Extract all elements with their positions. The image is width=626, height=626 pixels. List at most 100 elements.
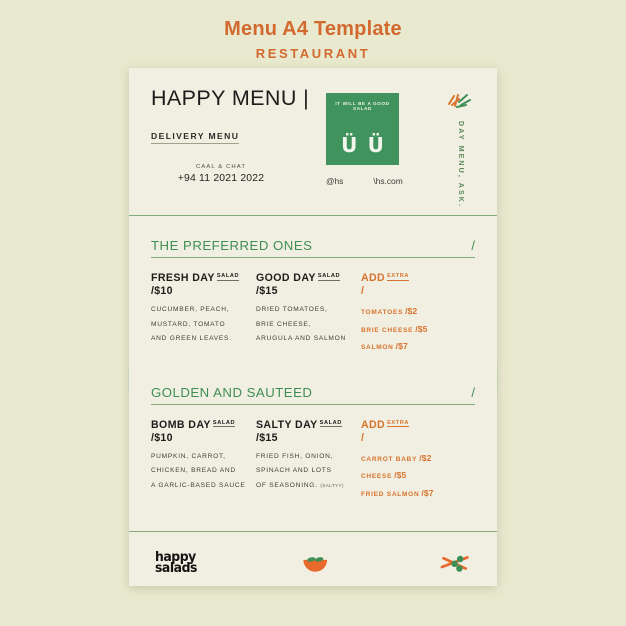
extras-label: TOMATOES	[360, 309, 404, 316]
extras-amount: /$7	[421, 487, 434, 498]
extras-tag: EXTRA	[387, 273, 410, 281]
dish-price: /$15	[255, 431, 278, 444]
brand-logo: happy salads	[155, 550, 246, 576]
dish-item[interactable]: BOMB DAY SALAD /$10 PUMPKIN, CARROT, CHIC…	[151, 419, 256, 506]
extras-line: TOMATOES/$2	[361, 306, 475, 316]
section-header: GOLDEN AND SAUTEED /	[151, 385, 475, 405]
dish-price: /$10	[151, 431, 173, 444]
extras-label: CHEESE	[360, 473, 393, 480]
dish-line: PUMPKIN, CARROT,	[151, 452, 226, 460]
dish-tag: SALAD	[317, 273, 341, 281]
section-slash: /	[471, 384, 475, 400]
dish-item[interactable]: FRESH DAY SALAD /$10 CUCUMBER, PEACH, MUS…	[151, 272, 256, 359]
dish-name: GOOD DAY SALAD	[256, 272, 353, 284]
extras-name: ADD EXTRA	[361, 419, 475, 431]
dish-line: ARUGULA AND SALMON	[255, 335, 347, 342]
dish-name-text: SALTY DAY	[255, 418, 318, 431]
salad-promo-card: IT WILL BE A GOOD SALAD Ü Ü	[326, 93, 399, 165]
menu-section: THE PREFERRED ONES / FRESH DAY SALAD /$10…	[151, 238, 475, 359]
social-handle[interactable]: @hs	[326, 176, 343, 186]
dish-name: BOMB DAY SALAD	[151, 419, 248, 431]
extras-name: ADD EXTRA	[361, 272, 475, 284]
delivery-menu-label: DELIVERY MENU	[151, 131, 240, 144]
dish-description: FRIED FISH, ONION, SPINACH AND LOTS OF S…	[256, 453, 353, 489]
rail-vertical-text: DAY MENU, ASK.	[457, 121, 465, 209]
smiley-face-left-icon: Ü	[341, 133, 358, 157]
contact-label-text: CAAL & CHAT	[195, 164, 247, 170]
extras-line: FRIED SALMON/$7	[361, 488, 475, 498]
contact-block: CAAL & CHAT +94 11 2021 2022	[151, 164, 291, 184]
extras-label: BRIE CHEESE	[360, 326, 414, 334]
contact-label: CAAL & CHAT	[151, 164, 291, 170]
dish-line: SPINACH AND LOTS	[255, 467, 332, 474]
dish-tag: SALAD	[319, 419, 342, 427]
extras-amount: /$2	[419, 452, 432, 463]
extras-amount: /$5	[394, 470, 407, 480]
dish-line: A GARLIC-BASED SAUCE	[151, 481, 246, 489]
social-row: @hs \hs.com	[326, 176, 456, 186]
dish-row: FRESH DAY SALAD /$10 CUCUMBER, PEACH, MUS…	[151, 272, 475, 359]
extras-label: FRIED SALMON	[360, 490, 420, 498]
extras-price: /	[360, 285, 365, 297]
extras-item[interactable]: ADD EXTRA / CARROT BABY/$2 CHEESE/$5 FRIE…	[361, 419, 475, 506]
dish-line: CUCUMBER, PEACH,	[151, 306, 230, 313]
header-left-block: HAPPY MENU | DELIVERY MENU	[151, 86, 326, 144]
extras-line: BRIE CHEESE/$5	[361, 324, 475, 334]
dish-name-text: FRESH DAY	[151, 272, 215, 284]
salad-bowl-icon	[303, 557, 328, 572]
dish-line-text: OF SEASONING.	[255, 481, 318, 489]
dish-description: DRIED TOMATOES, BRIE CHEESE, ARUGULA AND…	[256, 306, 353, 342]
extras-list: CARROT BABY/$2 CHEESE/$5 FRIED SALMON/$7	[361, 453, 475, 498]
social-website[interactable]: \hs.com	[373, 176, 402, 186]
dish-line: CHICKEN, BREAD AND	[151, 467, 236, 474]
dish-description: PUMPKIN, CARROT, CHICKEN, BREAD AND A GA…	[151, 453, 248, 489]
crossed-utensils-icon	[440, 555, 469, 572]
page-heading: Menu A4 Template RESTAURANT	[0, 18, 626, 61]
extras-line: CARROT BABY/$2	[361, 453, 475, 463]
extras-amount: /$2	[405, 306, 418, 316]
dish-line: MUSTARD, TOMATO	[151, 320, 226, 328]
dish-description: CUCUMBER, PEACH, MUSTARD, TOMATO AND GRE…	[151, 306, 248, 342]
sprout-icon	[448, 94, 471, 108]
extras-tag: EXTRA	[387, 419, 410, 427]
menu-section: GOLDEN AND SAUTEED / BOMB DAY SALAD /$10 …	[151, 385, 475, 506]
dish-name-text: GOOD DAY	[255, 272, 316, 284]
extras-name-text: ADD	[360, 272, 386, 284]
header-right-rail: DAY MENU, ASK.	[438, 88, 484, 213]
dish-name-text: BOMB DAY	[151, 418, 211, 431]
dish-item[interactable]: SALTY DAY SALAD /$15 FRIED FISH, ONION, S…	[256, 419, 361, 506]
dish-price: /$10	[151, 285, 173, 297]
menu-sheet: HAPPY MENU | DELIVERY MENU CAAL & CHAT +…	[129, 68, 497, 586]
contact-phone[interactable]: +94 11 2021 2022	[151, 173, 291, 184]
dish-line: DRIED TOMATOES,	[255, 306, 328, 313]
extras-label: CARROT BABY	[360, 455, 418, 463]
dish-line: BRIE CHEESE,	[255, 320, 312, 328]
extras-item[interactable]: ADD EXTRA / TOMATOES/$2 BRIE CHEESE/$5 SA…	[361, 272, 475, 359]
smiley-face-right-icon: Ü	[367, 133, 384, 157]
dish-name: FRESH DAY SALAD	[151, 272, 248, 284]
dish-note: (SALTYY)	[320, 482, 344, 488]
section-header: THE PREFERRED ONES /	[151, 238, 475, 258]
section-slash: /	[471, 238, 475, 253]
page-subtitle: RESTAURANT	[255, 46, 371, 61]
menu-header: HAPPY MENU | DELIVERY MENU CAAL & CHAT +…	[129, 68, 497, 215]
dish-tag: SALAD	[212, 419, 236, 427]
menu-title: HAPPY MENU |	[151, 86, 310, 110]
salad-card-faces: Ü Ü	[326, 133, 399, 157]
extras-amount: /$5	[415, 323, 428, 334]
salad-card-caption: IT WILL BE A GOOD SALAD	[335, 101, 390, 111]
extras-list: TOMATOES/$2 BRIE CHEESE/$5 SALMON/$7	[361, 306, 475, 351]
dish-line: FRIED FISH, ONION,	[255, 452, 334, 460]
extras-price: /	[360, 431, 365, 444]
dish-price: /$15	[255, 285, 278, 297]
extras-line: SALMON/$7	[361, 341, 475, 351]
section-title: THE PREFERRED ONES	[151, 238, 313, 253]
extras-name-text: ADD	[360, 418, 386, 431]
extras-amount: /$7	[395, 341, 408, 351]
dish-name: SALTY DAY SALAD	[256, 419, 353, 431]
extras-label: SALMON	[360, 344, 394, 351]
extras-line: CHEESE/$5	[361, 470, 475, 480]
dish-item[interactable]: GOOD DAY SALAD /$15 DRIED TOMATOES, BRIE …	[256, 272, 361, 359]
dish-line: OF SEASONING. (SALTYY)	[256, 482, 353, 489]
logo-line-two: salads	[155, 559, 197, 576]
